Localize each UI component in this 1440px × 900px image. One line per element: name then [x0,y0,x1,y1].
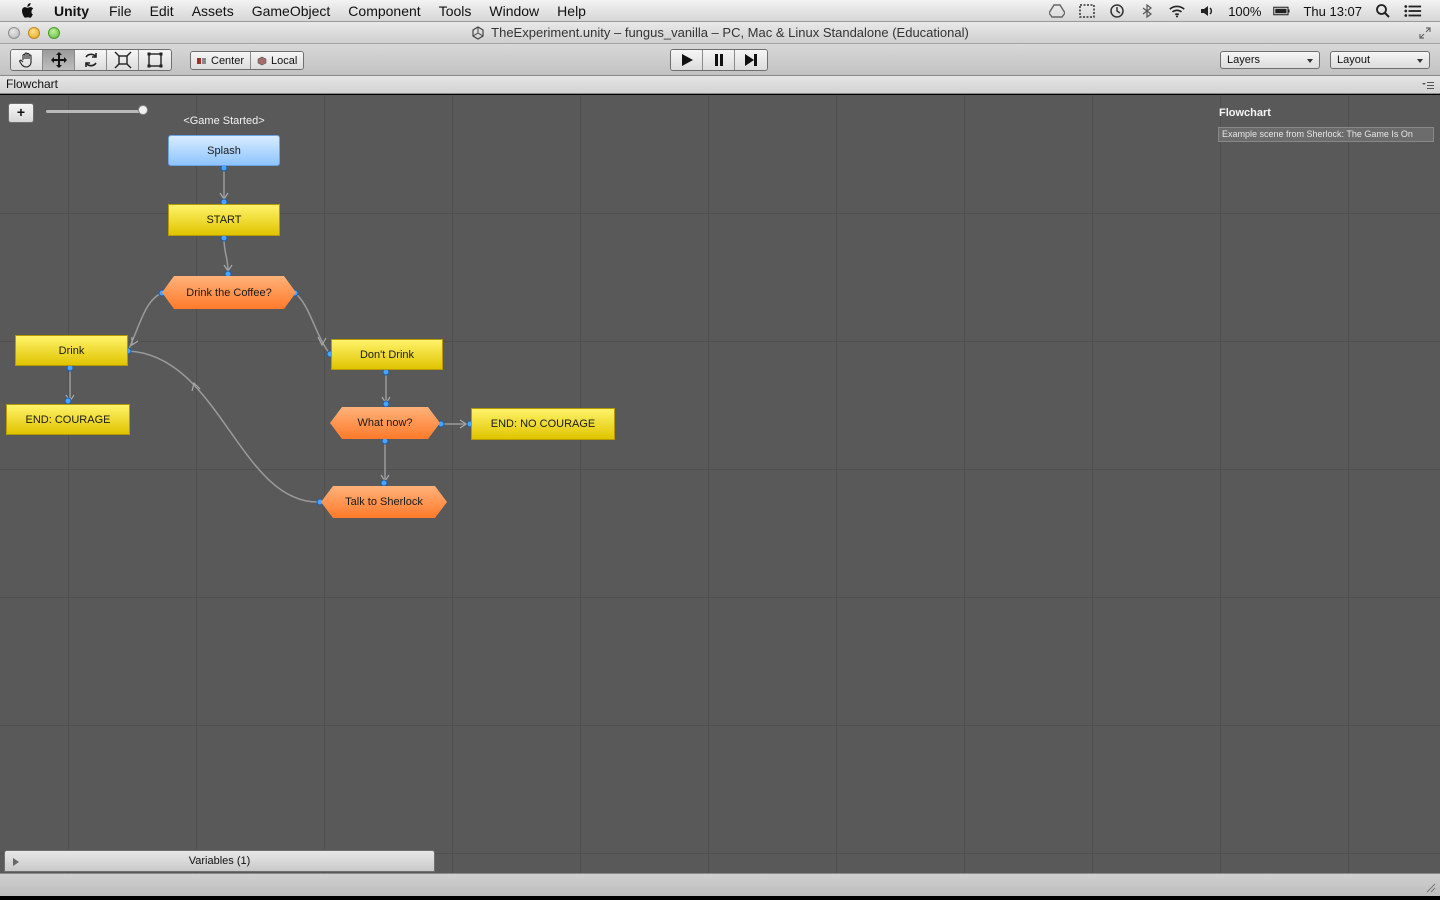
block-label: END: COURAGE [25,413,111,426]
window-close-button[interactable] [8,27,20,39]
block-label: Talk to Sherlock [345,496,423,508]
block-drink-the-coffee[interactable]: Drink the Coffee? [162,276,296,309]
block-label: What now? [357,417,413,429]
wifi-icon[interactable] [1168,3,1186,19]
flowchart-tab-label: Flowchart [6,77,59,91]
variables-foldout[interactable]: Variables (1) [4,850,435,872]
block-dont-drink[interactable]: Don't Drink [331,339,443,370]
move-tool-button[interactable] [43,50,75,70]
layers-dropdown-label: Layers [1227,54,1261,66]
status-bar [0,873,1440,896]
bluetooth-icon[interactable] [1138,3,1156,19]
pause-button[interactable] [703,50,735,70]
menu-tools[interactable]: Tools [439,3,472,19]
playback-controls [670,49,768,71]
window-zoom-button[interactable] [48,27,60,39]
block-label: Drink the Coffee? [186,286,272,299]
unity-logo-icon [472,25,484,40]
block-label: Splash [207,144,241,157]
play-icon [681,54,693,66]
chevron-down-icon [1307,59,1313,63]
play-button[interactable] [671,50,703,70]
zoom-slider-track[interactable] [46,110,146,113]
add-block-button[interactable]: + [8,103,34,123]
block-drink[interactable]: Drink [15,335,128,366]
menu-file[interactable]: File [109,3,132,19]
battery-icon[interactable] [1273,3,1291,19]
hand-tool-button[interactable] [11,50,43,70]
block-start[interactable]: START [168,204,280,236]
block-talk-to-sherlock[interactable]: Talk to Sherlock [321,486,447,518]
pivot-icon [197,57,206,64]
time-machine-icon[interactable] [1108,3,1126,19]
flowchart-tab[interactable]: Flowchart [0,76,1440,94]
battery-percent: 100% [1228,3,1262,19]
menu-help[interactable]: Help [557,3,586,19]
block-label: START [206,214,242,226]
rect-transform-icon [147,52,163,68]
panel-menu-icon[interactable] [1422,80,1434,90]
block-end-no-courage[interactable]: END: NO COURAGE [471,408,615,440]
layout-dropdown[interactable]: Layout [1330,51,1430,69]
volume-icon[interactable] [1198,3,1216,19]
rotate-tool-button[interactable] [75,50,107,70]
screen-capture-icon[interactable] [1078,3,1096,19]
chevron-down-icon [1417,59,1423,63]
foldout-arrow-icon [13,858,19,866]
move-arrows-icon [50,52,67,68]
apple-icon[interactable] [20,2,38,20]
menu-window[interactable]: Window [489,3,539,19]
block-end-courage[interactable]: END: COURAGE [6,404,130,435]
block-what-now[interactable]: What now? [330,407,440,439]
drive-icon[interactable] [1048,3,1066,19]
link-choice-drink [127,292,163,352]
flowchart-description[interactable]: Example scene from Sherlock: The Game Is… [1218,127,1434,142]
layout-dropdown-label: Layout [1337,54,1371,66]
block-label: Drink [58,344,85,357]
menu-gameobject[interactable]: GameObject [252,3,331,19]
step-button[interactable] [735,50,767,70]
link-drink-talk [127,350,321,503]
step-icon [745,54,757,66]
window-title: TheExperiment.unity – fungus_vanilla – P… [491,25,969,40]
menu-assets[interactable]: Assets [192,3,234,19]
layers-dropdown[interactable]: Layers [1220,51,1320,69]
app-menu[interactable]: Unity [54,3,89,19]
window-minimize-button[interactable] [28,27,40,39]
menu-component[interactable]: Component [348,3,420,19]
menubar-clock[interactable]: Thu 13:07 [1303,4,1362,19]
link-choice-dontdrink [294,292,331,355]
block-label: Don't Drink [359,348,415,361]
variables-label: Variables (1) [188,855,251,867]
menu-edit[interactable]: Edit [150,3,174,19]
rect-tool-button[interactable] [139,50,171,70]
spotlight-search-icon[interactable] [1374,3,1392,19]
pivot-center-button[interactable]: Center [191,52,252,69]
window-title-bar: TheExperiment.unity – fungus_vanilla – P… [0,22,1440,44]
pivot-center-label: Center [211,54,245,67]
notification-center-icon[interactable] [1404,3,1422,19]
rotate-icon [84,53,97,67]
zoom-slider-thumb[interactable] [138,105,148,115]
hand-icon [18,52,32,68]
scale-tool-button[interactable] [107,50,139,70]
flowchart-name: Flowchart [1219,107,1271,119]
pivot-toggles: Center Local [190,51,305,70]
block-label: END: NO COURAGE [490,418,596,430]
local-cube-icon [257,56,267,65]
pivot-local-button[interactable]: Local [251,52,304,69]
resize-grip-icon[interactable] [1424,881,1436,893]
block-splash[interactable]: Splash [168,135,280,166]
scale-icon [114,51,131,69]
mac-menu-bar: Unity File Edit Assets GameObject Compon… [0,0,1440,22]
fullscreen-icon[interactable] [1418,26,1432,40]
event-handler-label: <Game Started> [183,115,265,127]
flowchart-canvas[interactable]: + <Game Started> Splash START Drink the … [0,95,1440,873]
pause-icon [714,54,723,66]
transform-tools [10,49,172,71]
pivot-local-label: Local [271,54,298,67]
